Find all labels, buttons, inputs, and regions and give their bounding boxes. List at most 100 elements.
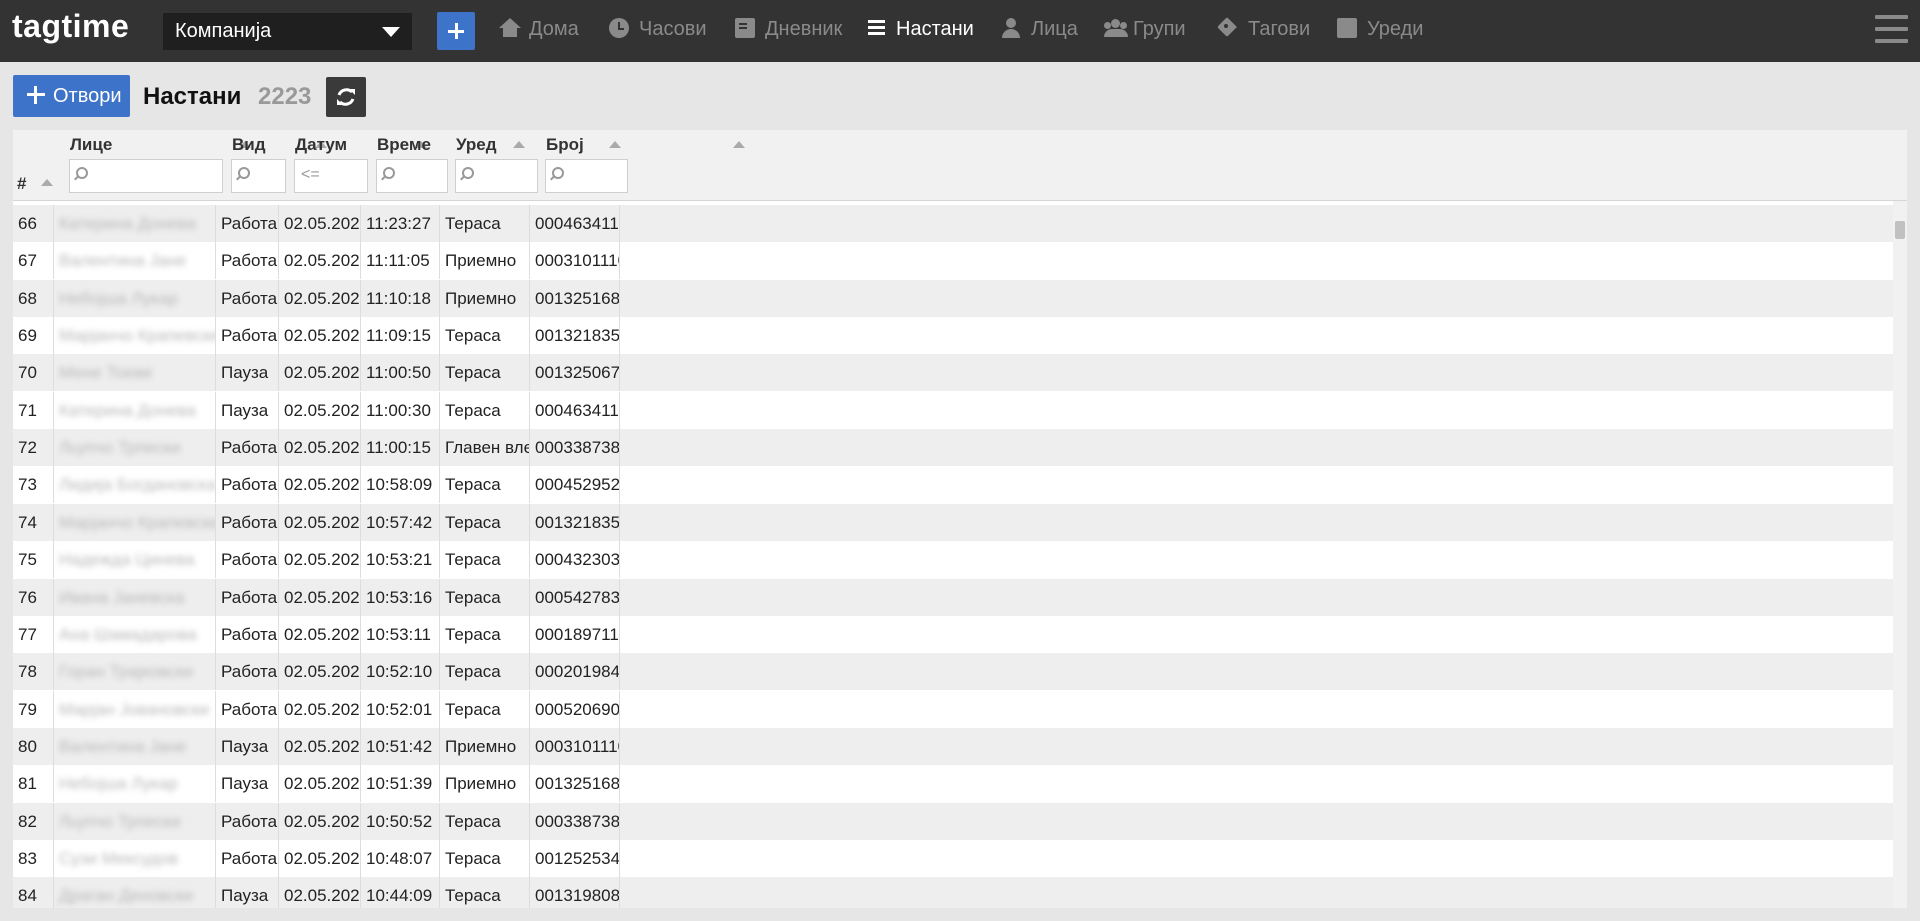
table-row[interactable]: 68 Небојша Лукар Работа 02.05.2025 11:10:18 П… [13, 279, 1893, 317]
cell-person-text: Марјан Јовановски [59, 699, 209, 719]
sort-icon[interactable] [41, 179, 53, 186]
search-icon [462, 167, 474, 179]
cell-number-text: 66 [18, 214, 37, 233]
record-count: 2223 [258, 83, 312, 110]
table-row[interactable]: 76 Ивана Јаневска Работа 02.05.2025 10:53:16… [13, 578, 1893, 616]
table-row[interactable]: 81 Небојша Лукар Пауза 02.05.2025 10:51:39 Пр… [13, 765, 1893, 803]
table-row[interactable]: 82 Љупчо Трпески Работа 02.05.2025 10:50:52 Т… [13, 802, 1893, 840]
refresh-button[interactable] [326, 77, 366, 117]
column-header-person[interactable]: Лице [70, 135, 112, 155]
filter-date-input[interactable]: <= [294, 159, 368, 193]
table-row[interactable]: 75 Надежда Цинева Работа 02.05.2025 10:53:21… [13, 541, 1893, 579]
cell-person: Лидија Богдановска [54, 466, 216, 504]
cell-person-text: Драган Деновски [59, 886, 193, 906]
table-row[interactable]: 67 Валентина Јане Работа 02.05.2025 11:11:05… [13, 242, 1893, 280]
cell-date-text: 02.05.2025 [284, 475, 361, 495]
cell-time: 10:53:21 [361, 541, 440, 579]
nav-item-persons[interactable]: Лица [1001, 18, 1078, 44]
cell-time-text: 11:11:05 [366, 251, 430, 271]
open-button[interactable]: Отвори [13, 75, 130, 117]
table-row[interactable]: 73 Лидија Богдановска Работа 02.05.2025 10:5… [13, 466, 1893, 504]
vertical-scrollbar[interactable] [1893, 201, 1907, 908]
cell-card-number: 0003387381 [530, 429, 620, 467]
cell-number: 72 [13, 429, 54, 467]
cell-date-text: 02.05.2025 [284, 214, 361, 233]
column-header-time[interactable]: Време [377, 135, 431, 155]
column-header-device[interactable]: Уред [456, 135, 497, 155]
nav-item-home[interactable]: Дома [499, 18, 579, 44]
nav-item-label: Часови [639, 18, 707, 40]
cell-type-text: Пауза [221, 886, 269, 906]
cell-time-text: 10:51:42 [366, 736, 433, 756]
column-header-date[interactable]: Датум [295, 135, 347, 155]
table-row[interactable]: 77 Ана Шамадарова Работа 02.05.2025 10:53:11… [13, 615, 1893, 653]
hamburger-menu-icon[interactable] [1875, 15, 1908, 45]
table-row[interactable]: 66 Катерина Донева Работа 02.05.2025 11:23:2… [13, 205, 1893, 242]
column-header-type[interactable]: Вид [232, 135, 266, 155]
cell-type: Работа [216, 466, 279, 504]
sort-icon[interactable] [513, 141, 525, 148]
cell-person-text: Марјанчо Крапевски [59, 512, 216, 532]
cell-date: 02.05.2025 [279, 391, 361, 429]
cell-date-text: 02.05.2025 [284, 624, 361, 644]
add-button[interactable] [437, 12, 475, 50]
cell-device: Приемно [440, 279, 530, 317]
cell-type: Работа [216, 690, 279, 728]
scrollbar-thumb[interactable] [1895, 221, 1905, 239]
cell-person: Катерина Донева [54, 205, 216, 242]
cell-number-text: 69 [18, 326, 37, 346]
filter-person-input[interactable] [69, 159, 223, 193]
cell-date-text: 02.05.2025 [284, 736, 361, 756]
cell-date: 02.05.2025 [279, 727, 361, 765]
filter-device-input[interactable] [455, 159, 538, 193]
app-logo[interactable]: tagtime [12, 8, 129, 45]
sort-icon[interactable] [733, 141, 745, 148]
cell-date: 02.05.2025 [279, 466, 361, 504]
table-row[interactable]: 69 Марјанчо Крапевски Работа 02.05.2025 11:0… [13, 317, 1893, 355]
column-header-card-number[interactable]: Број [546, 135, 584, 155]
nav-item-groups[interactable]: Групи [1103, 18, 1186, 44]
cell-type: Работа [216, 653, 279, 691]
cell-time: 10:48:07 [361, 839, 440, 877]
table-row[interactable]: 78 Горан Трајковски Работа 02.05.2025 10:52:… [13, 653, 1893, 691]
filter-card-number-input[interactable] [545, 159, 628, 193]
cell-type: Работа [216, 615, 279, 653]
cell-person-text: Мене Тоеве [59, 363, 153, 383]
cell-device: Тераса [440, 391, 530, 429]
table-row[interactable]: 80 Валентина Јане Пауза 02.05.2025 10:51:42 П… [13, 727, 1893, 765]
filter-type-input[interactable] [231, 159, 286, 193]
cell-number: 74 [13, 503, 54, 541]
nav-item-label: Настани [896, 18, 974, 40]
home-icon [499, 18, 521, 38]
filter-time-input[interactable] [376, 159, 448, 193]
table-row[interactable]: 70 Мене Тоеве Пауза 02.05.2025 11:00:50 Терас… [13, 354, 1893, 392]
nav-item-label: Дома [529, 18, 579, 40]
cell-device: Тераса [440, 317, 530, 355]
table-row[interactable]: 72 Љупчо Трпески Работа 02.05.2025 11:00:15 Г… [13, 429, 1893, 467]
search-icon [76, 167, 88, 179]
company-select[interactable]: Компанија [163, 13, 412, 50]
cell-number: 70 [13, 354, 54, 392]
cell-person-text: Катерина Донева [59, 400, 196, 420]
cell-time: 10:53:16 [361, 578, 440, 616]
cell-type-text: Работа [221, 699, 278, 719]
table-row[interactable]: 84 Драган Деновски Пауза 02.05.2025 10:44:09… [13, 877, 1893, 908]
table-row[interactable]: 79 Марјан Јовановски Работа 02.05.2025 10:52… [13, 690, 1893, 728]
cell-number: 75 [13, 541, 54, 579]
nav-item-events[interactable]: Настани [866, 18, 974, 44]
cell-person-text: Горан Трајковски [59, 662, 194, 682]
nav-item-journal[interactable]: Дневник [735, 18, 842, 44]
sort-icon[interactable] [609, 141, 621, 148]
cell-number-text: 74 [18, 512, 37, 532]
table-row[interactable]: 74 Марјанчо Крапевски Работа 02.05.2025 10:5… [13, 503, 1893, 541]
cell-type-text: Пауза [221, 400, 269, 420]
cell-type-text: Работа [221, 288, 278, 308]
nav-item-hours[interactable]: Часови [609, 18, 707, 44]
table-row[interactable]: 71 Катерина Донева Пауза 02.05.2025 11:00:30… [13, 391, 1893, 429]
cell-time: 10:58:09 [361, 466, 440, 504]
nav-item-tags[interactable]: Тагови [1218, 18, 1310, 44]
table-row[interactable]: 83 Сузи Мексудов Работа 02.05.2025 10:48:07 Т… [13, 839, 1893, 877]
nav-item-devices[interactable]: Уреди [1337, 18, 1423, 44]
column-header-number[interactable]: # [17, 174, 26, 194]
cell-card-number: 0013251682 [530, 279, 620, 317]
